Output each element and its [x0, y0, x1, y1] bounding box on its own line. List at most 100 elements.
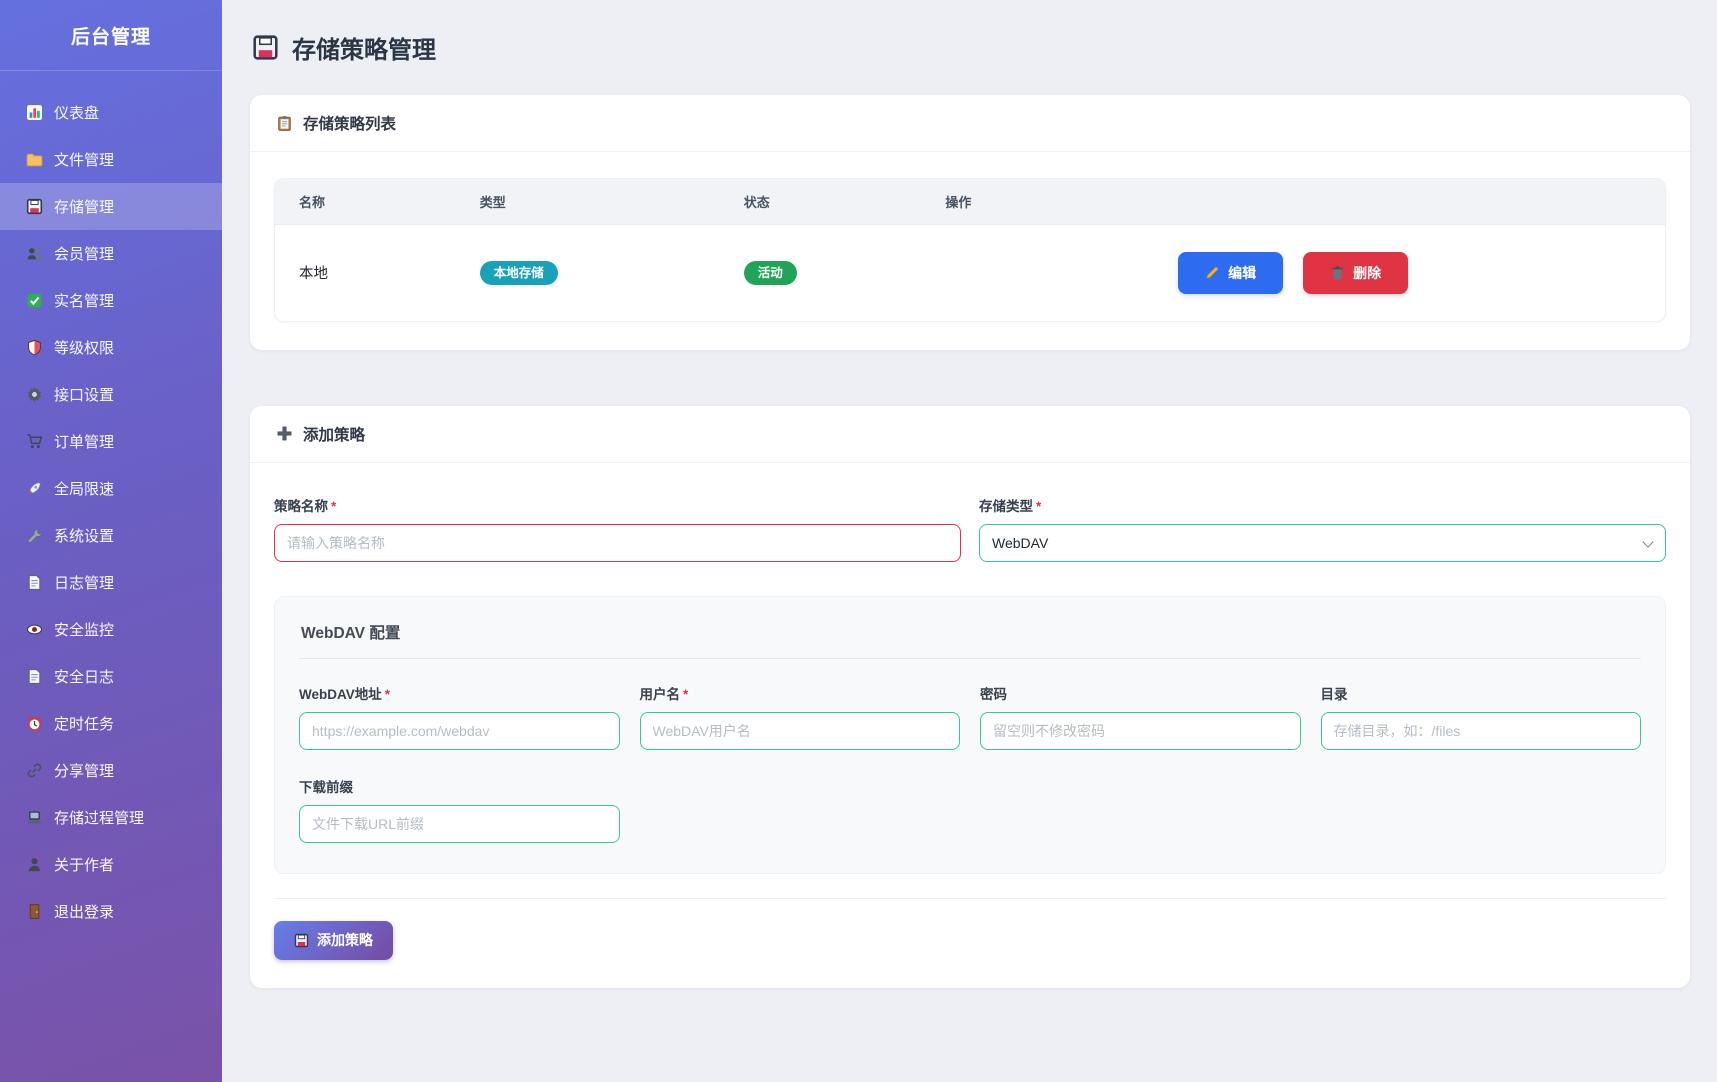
webdav-address-label: WebDAV地址* [299, 683, 620, 703]
sidebar-item-label: 定时任务 [54, 713, 114, 734]
rocket-icon [26, 480, 43, 497]
delete-button[interactable]: 删除 [1303, 252, 1408, 294]
sidebar-item-about-author[interactable]: 关于作者 [0, 841, 222, 888]
memo-icon [26, 574, 43, 591]
required-asterisk: * [331, 499, 336, 514]
sidebar-item-label: 订单管理 [54, 431, 114, 452]
eye-icon [26, 621, 43, 638]
gear-icon [26, 386, 43, 403]
wrench-icon [26, 527, 43, 544]
sidebar-item-system-settings[interactable]: 系统设置 [0, 512, 222, 559]
page-title: 存储策略管理 [252, 30, 1690, 65]
webdav-username-input[interactable] [640, 712, 961, 750]
sidebar-item-member-management[interactable]: 会员管理 [0, 230, 222, 277]
sidebar-item-logout[interactable]: 退出登录 [0, 888, 222, 935]
sidebar-item-label: 会员管理 [54, 243, 114, 264]
sidebar-item-realname-management[interactable]: 实名管理 [0, 277, 222, 324]
bar-chart-icon [26, 104, 43, 121]
memo-icon [26, 668, 43, 685]
delete-button-label: 删除 [1353, 263, 1381, 283]
webdav-username-label: 用户名* [640, 683, 961, 703]
sidebar-item-dashboard[interactable]: 仪表盘 [0, 89, 222, 136]
sidebar-item-label: 存储管理 [54, 196, 114, 217]
floppy-disk-icon [252, 34, 279, 61]
sidebar-item-security-monitor[interactable]: 安全监控 [0, 606, 222, 653]
table-header-type: 类型 [456, 179, 720, 225]
sidebar-item-global-speed-limit[interactable]: 全局限速 [0, 465, 222, 512]
door-icon [26, 903, 43, 920]
webdav-address-input[interactable] [299, 712, 620, 750]
webdav-directory-label: 目录 [1321, 683, 1642, 703]
webdav-config-panel: WebDAV 配置 WebDAV地址* 用户名* 密码 [274, 596, 1666, 874]
page-title-text: 存储策略管理 [292, 30, 436, 65]
sidebar: 后台管理 仪表盘 文件管理 存储管理 会员管理 实名管理 等级权限 [0, 0, 222, 1082]
policy-table: 名称 类型 状态 操作 本地 本地存储 [274, 178, 1666, 322]
sidebar-item-stored-procedure-management[interactable]: 存储过程管理 [0, 794, 222, 841]
sidebar-item-log-management[interactable]: 日志管理 [0, 559, 222, 606]
add-policy-body: 策略名称* 存储类型* WebDAV WebDAV 配置 [250, 463, 1690, 988]
webdav-directory-input[interactable] [1321, 712, 1642, 750]
sidebar-nav: 仪表盘 文件管理 存储管理 会员管理 实名管理 等级权限 接口设置 [0, 71, 222, 935]
sidebar-item-storage-management[interactable]: 存储管理 [0, 183, 222, 230]
add-policy-card: 添加策略 策略名称* 存储类型* WebDAV [250, 406, 1690, 988]
table-row: 本地 本地存储 活动 编辑 [275, 225, 1665, 321]
policy-name-input[interactable] [274, 524, 961, 562]
submit-button-label: 添加策略 [317, 930, 373, 950]
webdav-password-label: 密码 [980, 683, 1301, 703]
sidebar-item-api-settings[interactable]: 接口设置 [0, 371, 222, 418]
floppy-disk-icon [294, 933, 309, 948]
edit-button-label: 编辑 [1228, 263, 1256, 283]
policy-list-card: 存储策略列表 名称 类型 状态 操作 本地 [250, 95, 1690, 350]
sidebar-item-label: 实名管理 [54, 290, 114, 311]
trash-icon [1330, 265, 1345, 280]
shopping-cart-icon [26, 433, 43, 450]
shield-icon [26, 339, 43, 356]
policy-name-cell: 本地 [275, 225, 456, 321]
sidebar-item-share-management[interactable]: 分享管理 [0, 747, 222, 794]
folder-icon [26, 151, 43, 168]
webdav-password-input[interactable] [980, 712, 1301, 750]
edit-button[interactable]: 编辑 [1178, 252, 1283, 294]
sidebar-item-label: 安全监控 [54, 619, 114, 640]
policy-name-label: 策略名称* [274, 495, 961, 515]
checkbox-icon [26, 292, 43, 309]
person-icon [26, 856, 43, 873]
policy-list-body: 名称 类型 状态 操作 本地 本地存储 [250, 152, 1690, 350]
clipboard-icon [276, 115, 293, 132]
sidebar-item-label: 仪表盘 [54, 102, 99, 123]
download-prefix-input[interactable] [299, 805, 620, 843]
sidebar-item-order-management[interactable]: 订单管理 [0, 418, 222, 465]
status-badge: 活动 [744, 261, 797, 286]
download-prefix-label: 下载前缀 [299, 776, 620, 796]
webdav-directory-field: 目录 [1321, 683, 1642, 750]
sidebar-item-label: 日志管理 [54, 572, 114, 593]
link-icon [26, 762, 43, 779]
storage-type-field: 存储类型* WebDAV [979, 495, 1666, 562]
sidebar-item-security-log[interactable]: 安全日志 [0, 653, 222, 700]
sidebar-item-label: 接口设置 [54, 384, 114, 405]
laptop-icon [26, 809, 43, 826]
sidebar-item-scheduled-tasks[interactable]: 定时任务 [0, 700, 222, 747]
floppy-disk-icon [26, 198, 43, 215]
type-badge: 本地存储 [480, 261, 558, 286]
table-header-row: 名称 类型 状态 操作 [275, 179, 1665, 225]
storage-type-label: 存储类型* [979, 495, 1666, 515]
alarm-clock-icon [26, 715, 43, 732]
sidebar-item-label: 等级权限 [54, 337, 114, 358]
required-asterisk: * [1036, 499, 1041, 514]
sidebar-item-label: 文件管理 [54, 149, 114, 170]
webdav-config-title: WebDAV 配置 [299, 621, 1641, 643]
policy-name-field: 策略名称* [274, 495, 961, 562]
sidebar-title: 后台管理 [0, 0, 222, 71]
required-asterisk: * [683, 687, 688, 702]
add-policy-submit-button[interactable]: 添加策略 [274, 921, 393, 960]
sidebar-item-label: 关于作者 [54, 854, 114, 875]
sidebar-item-label: 存储过程管理 [54, 807, 144, 828]
panel-divider [299, 658, 1641, 659]
policy-status-cell: 活动 [720, 225, 922, 321]
storage-type-select[interactable]: WebDAV [979, 524, 1666, 562]
plus-icon [276, 425, 293, 442]
sidebar-item-level-permissions[interactable]: 等级权限 [0, 324, 222, 371]
sidebar-item-file-management[interactable]: 文件管理 [0, 136, 222, 183]
webdav-username-field: 用户名* [640, 683, 961, 750]
